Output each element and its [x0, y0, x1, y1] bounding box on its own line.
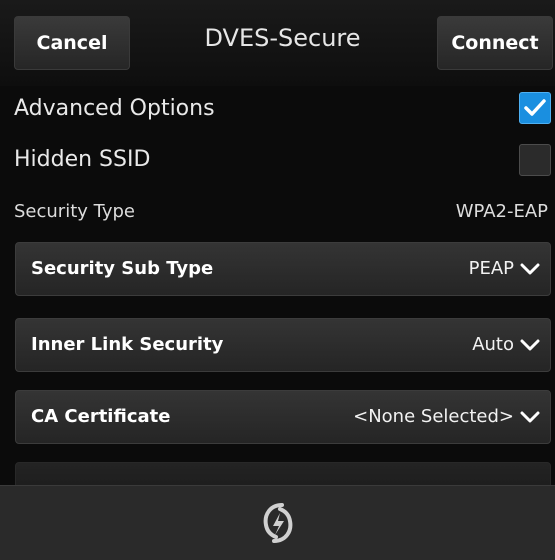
security-sub-type-dropdown[interactable]: Security Sub Type PEAP — [15, 242, 551, 296]
hidden-ssid-row[interactable]: Hidden SSID — [0, 136, 555, 186]
security-type-label: Security Type — [14, 201, 135, 222]
bottom-action-bar — [0, 485, 555, 560]
hidden-ssid-label: Hidden SSID — [14, 147, 151, 172]
chevron-down-icon — [520, 411, 540, 423]
advanced-options-row[interactable]: Advanced Options — [0, 86, 555, 136]
connect-button[interactable]: Connect — [437, 16, 553, 70]
advanced-options-checkbox[interactable] — [519, 92, 551, 124]
dropdown-value: <None Selected> — [353, 406, 514, 427]
dropdown-value: PEAP — [468, 258, 514, 279]
checkmark-icon — [524, 99, 546, 116]
dropdown-label: CA Certificate — [31, 406, 171, 427]
chevron-down-icon — [520, 339, 540, 351]
security-type-value: WPA2-EAP — [455, 201, 548, 222]
cancel-button[interactable]: Cancel — [14, 16, 130, 70]
dropdown-label: Security Sub Type — [31, 258, 214, 279]
ca-certificate-dropdown[interactable]: CA Certificate <None Selected> — [15, 390, 551, 444]
security-type-row: Security Type WPA2-EAP — [0, 188, 555, 234]
page-title: DVES-Secure — [204, 24, 361, 52]
refresh-swirl-icon[interactable] — [258, 501, 298, 545]
title-bar: Cancel DVES-Secure Connect — [0, 0, 555, 86]
chevron-down-icon — [520, 263, 540, 275]
advanced-options-label: Advanced Options — [14, 96, 215, 121]
dropdown-value: Auto — [472, 334, 514, 355]
inner-link-security-dropdown[interactable]: Inner Link Security Auto — [15, 318, 551, 372]
dropdown-label: Inner Link Security — [31, 334, 224, 355]
hidden-ssid-checkbox[interactable] — [519, 144, 551, 176]
